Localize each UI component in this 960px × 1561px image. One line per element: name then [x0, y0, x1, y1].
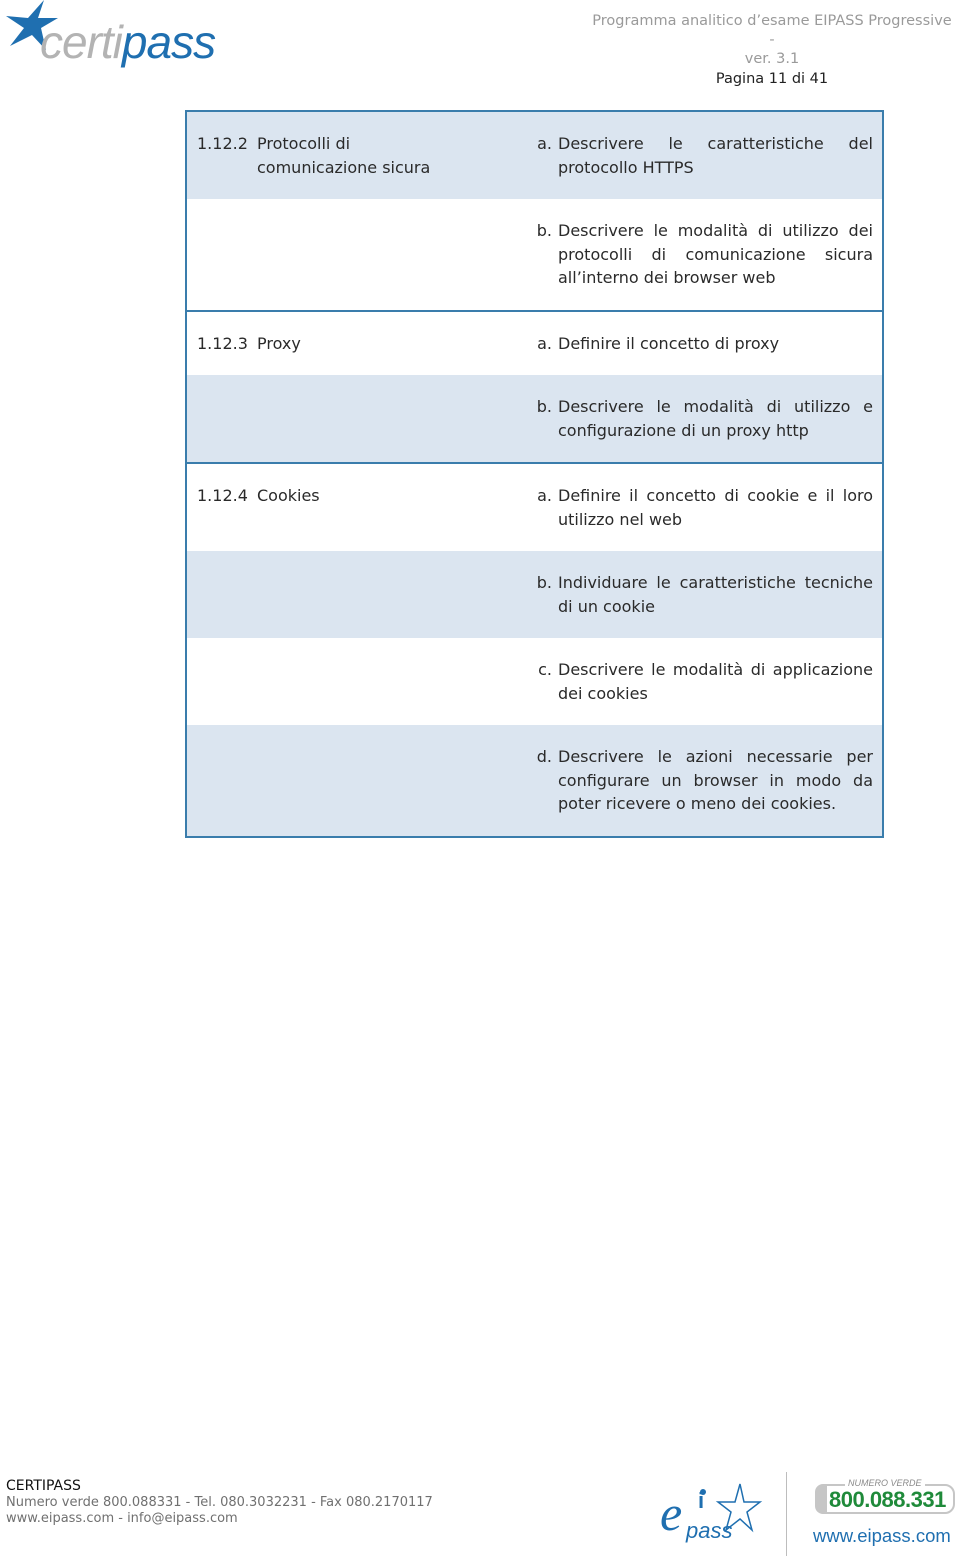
topic-title: [257, 658, 522, 705]
logo-wordmark: certipass: [40, 12, 216, 72]
topic-group: 1.12.4 Cookies a. Definire il concetto di c…: [187, 464, 882, 836]
topic-title: Protocolli di comunicazione sicura: [257, 134, 431, 177]
objective-text: Descrivere le modalità di utilizzo e con…: [558, 397, 873, 440]
numero-verde-label: NUMERO VERDE: [845, 1478, 925, 1488]
page-header-info: Programma analitico d’esame EIPASS Progr…: [592, 12, 952, 89]
logo-text-pass: pass: [121, 16, 216, 68]
objective-row: d. Descrivere le azioni necessarie per co…: [187, 725, 882, 836]
objective-marker: a.: [537, 134, 552, 153]
topic-title: [257, 571, 522, 618]
topic-code: [187, 219, 257, 290]
topic-code: 1.12.3: [197, 333, 248, 353]
objective-row: 1.12.2 Protocolli di comunicazione sicura…: [187, 112, 882, 199]
topic-code: [187, 658, 257, 705]
objective-text: Individuare le caratteristiche tecniche …: [558, 573, 873, 616]
numero-verde-number: 800.088.331: [829, 1487, 946, 1512]
topic-title: [257, 745, 522, 816]
objective-marker: d.: [536, 747, 552, 766]
objective-text: Descrivere le modalità di utilizzo dei p…: [558, 221, 873, 287]
footer-contacts-block: CERTIPASS Numero verde 800.088331 - Tel.…: [6, 1478, 433, 1528]
objective-row: b. Individuare le caratteristiche tecnich…: [187, 551, 882, 638]
topic-code: 1.12.4: [197, 486, 248, 505]
eipass-logo-i: i: [698, 1488, 705, 1513]
topic-code: [187, 395, 257, 442]
eipass-logo-pass: pass: [686, 1518, 733, 1543]
phone-icon: [815, 1484, 827, 1514]
objective-marker: c.: [538, 660, 552, 679]
topic-title: Proxy: [257, 333, 301, 353]
objective-marker: b.: [536, 573, 552, 592]
footer-phone-numbers: Numero verde 800.088331 - Tel. 080.30322…: [6, 1494, 433, 1510]
footer-website: www.eipass.com: [813, 1525, 951, 1546]
topic-code: [187, 571, 257, 618]
objective-row: c. Descrivere le modalità di applicazione…: [187, 638, 882, 725]
objective-row: 1.12.3 Proxy a. Definire il concetto di pro…: [187, 312, 882, 376]
objective-marker: a.: [537, 333, 552, 353]
footer-web-email: www.eipass.com - info@eipass.com: [6, 1511, 238, 1526]
topic-group: 1.12.2 Protocolli di comunicazione sicura…: [187, 112, 882, 312]
certipass-logo: certipass: [4, 0, 224, 72]
topic-group: 1.12.3 Proxy a. Definire il concetto di pro…: [187, 312, 882, 464]
topic-title: [257, 395, 522, 442]
footer-divider: [786, 1472, 787, 1556]
syllabus-table: 1.12.2 Protocolli di comunicazione sicura…: [185, 110, 884, 838]
logo-text-certi: certi: [40, 16, 123, 68]
footer-company: CERTIPASS: [6, 1478, 81, 1494]
objective-row: 1.12.4 Cookies a. Definire il concetto di c…: [187, 464, 882, 551]
document-version: ver. 3.1: [744, 51, 800, 67]
topic-code: 1.12.2: [197, 134, 248, 153]
eipass-logo: e i pass: [660, 1478, 770, 1548]
objective-text: Definire il concetto di proxy: [558, 333, 780, 353]
objective-marker: b.: [536, 397, 552, 416]
page-number: Pagina 11 di 41: [715, 71, 829, 87]
topic-title: Cookies: [257, 486, 320, 505]
objective-text: Descrivere le caratteristiche del protoc…: [558, 134, 873, 177]
numero-verde-badge: NUMERO VERDE 800.088.331: [815, 1478, 957, 1518]
topic-title: [257, 219, 522, 290]
document-title: Programma analitico d’esame EIPASS Progr…: [592, 13, 952, 48]
eipass-logo-e: e: [660, 1485, 683, 1541]
objective-text: Descrivere le azioni necessarie per conf…: [558, 747, 873, 813]
objective-text: Descrivere le modalità di applicazione d…: [558, 660, 873, 703]
objective-row: b. Descrivere le modalità di utilizzo e c…: [187, 375, 882, 462]
topic-code: [187, 745, 257, 816]
objective-marker: b.: [536, 221, 552, 240]
objective-text: Definire il concetto di cookie e il loro…: [558, 486, 873, 529]
objective-marker: a.: [537, 486, 552, 505]
objective-row: b. Descrivere le modalità di utilizzo dei…: [187, 199, 882, 310]
